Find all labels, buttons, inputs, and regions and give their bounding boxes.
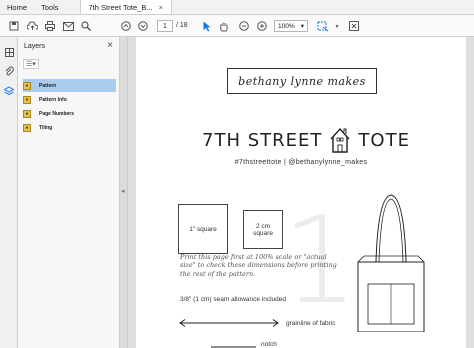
visibility-icon[interactable]: ●	[23, 81, 31, 90]
pdf-page: bethany lynne makes 7TH STREET TOTE #7th…	[136, 37, 466, 348]
search-icon[interactable]	[80, 19, 92, 33]
fit-page-icon[interactable]	[348, 19, 360, 33]
home-tab[interactable]: Home	[0, 0, 34, 14]
layer-label: Tiling	[39, 124, 53, 131]
panel-options-menu[interactable]: ☰▾	[23, 59, 39, 69]
mail-icon[interactable]	[62, 19, 74, 33]
test-square-inch: 1" square	[178, 204, 228, 254]
save-icon[interactable]	[8, 19, 20, 33]
page-down-icon[interactable]	[137, 19, 149, 33]
tote-bag-illustration	[357, 194, 425, 332]
test-square-cm: 2 cm square	[243, 210, 283, 249]
layers-icon[interactable]	[4, 86, 14, 96]
tools-tab[interactable]: Tools	[34, 0, 66, 14]
zoom-level-select[interactable]: 100% ▾	[274, 20, 308, 32]
zoom-value: 100%	[278, 22, 295, 30]
layers-panel: Layers × ☰▾ ● Pattern ● Pattern Info ● P…	[18, 37, 120, 348]
layer-item-tiling[interactable]: ● Tiling	[23, 121, 116, 134]
close-tab-icon[interactable]: ×	[159, 3, 163, 14]
pages-icon[interactable]	[4, 47, 14, 57]
document-tab-label: 7th Street Tote_B...	[88, 3, 153, 12]
title-left: 7TH STREET	[202, 129, 323, 151]
left-rail	[0, 37, 18, 348]
page-number-input[interactable]: 1	[157, 20, 173, 32]
panel-title: Layers	[24, 43, 46, 50]
layer-label: Pattern Info	[39, 96, 67, 103]
toolbar: 1 / 18 100% ▾ ▾	[0, 15, 474, 37]
layer-label: Page Numbers	[39, 110, 75, 117]
zoom-in-icon[interactable]	[256, 19, 268, 33]
title-right: TOTE	[358, 129, 410, 151]
collapse-arrow-icon[interactable]: ◂	[121, 187, 125, 195]
marquee-dropdown-icon[interactable]: ▾	[334, 19, 340, 33]
layer-item-pattern-info[interactable]: ● Pattern Info	[23, 93, 116, 106]
print-icon[interactable]	[44, 19, 56, 33]
visibility-icon[interactable]: ●	[23, 109, 31, 118]
notch-mark	[211, 346, 256, 348]
visibility-icon[interactable]: ●	[23, 95, 31, 104]
house-icon	[330, 127, 350, 153]
layer-label: Pattern	[39, 82, 57, 89]
visibility-icon[interactable]: ●	[23, 123, 31, 132]
seam-allowance-note: 3/8" (1 cm) seam allowance included	[180, 296, 286, 303]
layer-item-page-numbers[interactable]: ● Page Numbers	[23, 107, 116, 120]
print-instructions: Print this page first at 100% scale or "…	[180, 253, 337, 278]
chevron-down-icon: ▾	[300, 23, 304, 30]
layer-item-pattern[interactable]: ● Pattern	[23, 79, 116, 92]
attachment-icon[interactable]	[4, 66, 14, 76]
select-arrow-icon[interactable]	[202, 19, 212, 33]
menu-bar: Home Tools 7th Street Tote_B... ×	[0, 0, 474, 15]
panel-splitter[interactable]: ◂	[120, 37, 128, 348]
zoom-out-icon[interactable]	[238, 19, 250, 33]
hand-icon[interactable]	[218, 19, 230, 33]
page-up-icon[interactable]	[120, 19, 132, 33]
brand-logo: bethany lynne makes	[227, 68, 377, 94]
close-icon[interactable]: ×	[107, 40, 113, 51]
upload-icon[interactable]	[26, 19, 38, 33]
hashtags: #7thstreettote | @bethanylynne_makes	[234, 159, 368, 166]
grainline-label: grainline of fabric	[286, 320, 336, 327]
notch-label: notch	[261, 341, 277, 348]
page-total: / 18	[176, 22, 188, 29]
document-viewer[interactable]: bethany lynne makes 7TH STREET TOTE #7th…	[128, 37, 474, 348]
pattern-title: 7TH STREET TOTE	[176, 127, 436, 153]
document-tab[interactable]: 7th Street Tote_B... ×	[79, 0, 172, 14]
marquee-icon[interactable]	[316, 19, 330, 33]
